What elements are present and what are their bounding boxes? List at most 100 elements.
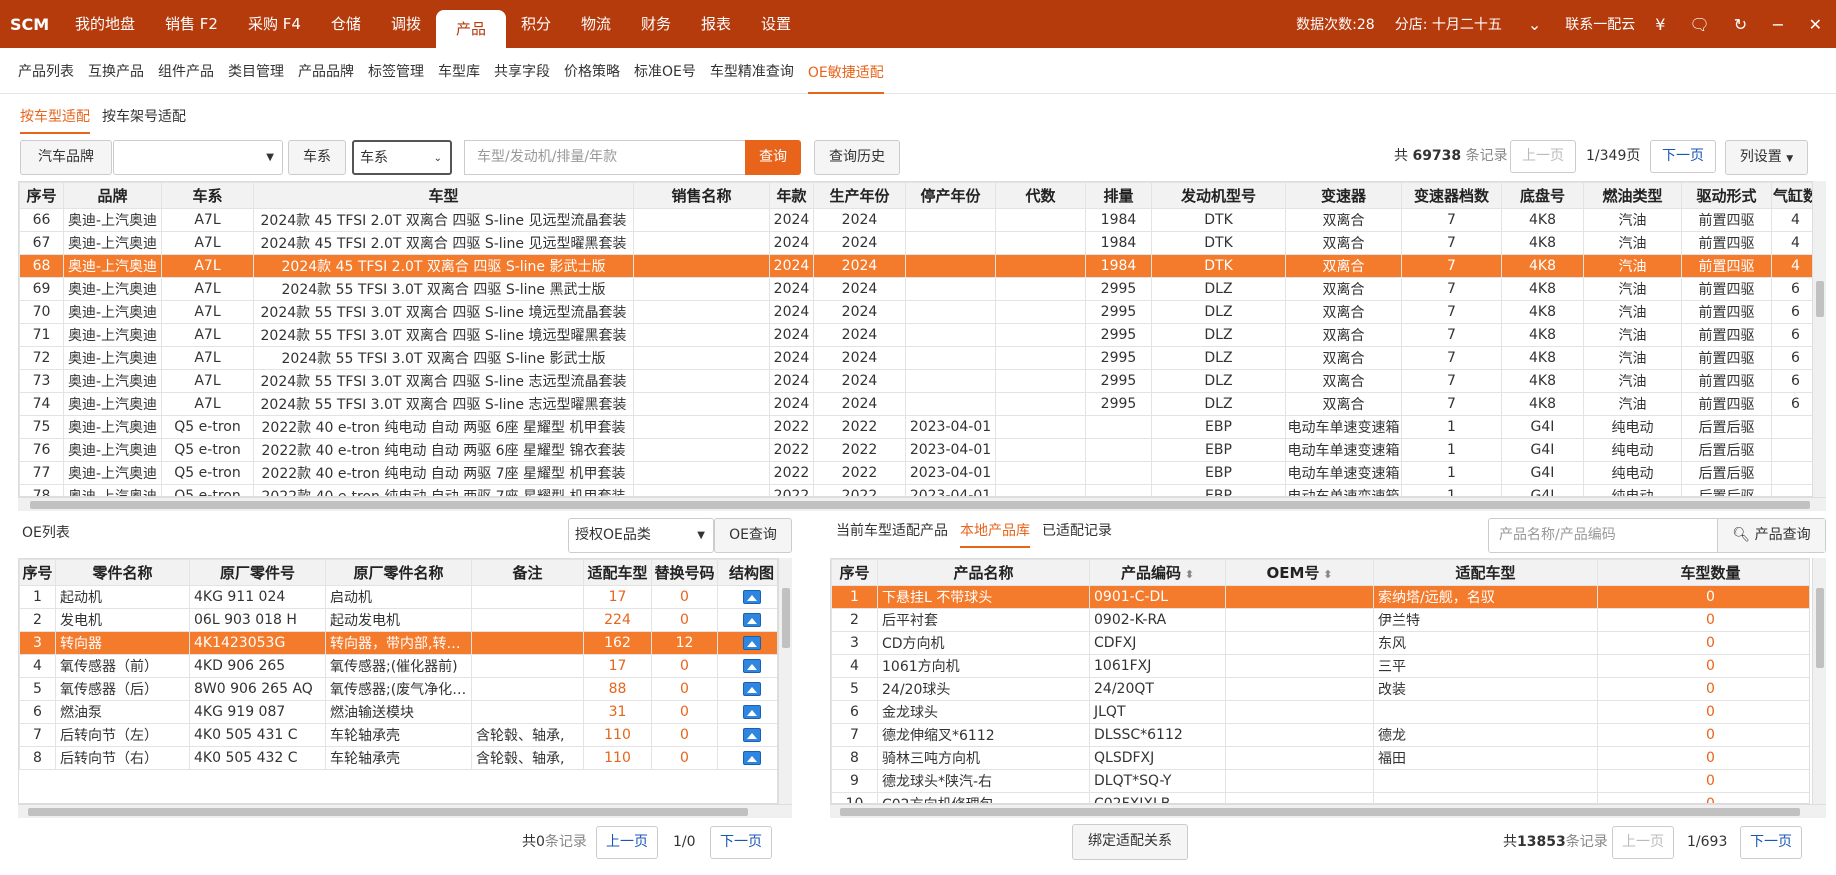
table-row[interactable]: 5 24/20球头 24/20QT 改装 0 <box>831 677 1809 701</box>
vehicle-table-hscrollbar[interactable] <box>18 497 1826 511</box>
vehicle-next-page-button[interactable]: 下一页 <box>1650 140 1716 173</box>
column-header[interactable]: 发动机型号 <box>1151 182 1286 209</box>
table-row[interactable]: 66 奥迪-上汽奥迪 A7L 2024款 45 TFSI 2.0T 双离合 四驱 S-… <box>19 208 1813 232</box>
column-header[interactable]: 排量 <box>1085 182 1152 209</box>
vehicle-prev-page-button[interactable]: 上一页 <box>1510 140 1576 173</box>
structure-image-icon[interactable] <box>742 682 761 696</box>
subnav-item[interactable]: 类目管理 <box>228 61 284 81</box>
subnav-item[interactable]: 产品品牌 <box>298 61 354 81</box>
table-row[interactable]: 4 1061方向机 1061FXJ 三平 0 <box>831 654 1809 678</box>
replacement-count[interactable]: 0 <box>680 704 689 720</box>
table-row[interactable]: 71 奥迪-上汽奥迪 A7L 2024款 55 TFSI 3.0T 双离合 四驱 S-… <box>19 323 1813 347</box>
column-header[interactable]: 原厂零件号 <box>189 559 326 586</box>
matched-model-count[interactable]: 224 <box>604 612 631 628</box>
structure-image-icon[interactable] <box>742 728 761 742</box>
tab-current-model-products[interactable]: 当前车型适配产品 <box>836 520 948 548</box>
vehicle-search-input[interactable]: 车型/发动机/排量/年款 <box>464 140 745 175</box>
table-row[interactable]: 5 氧传感器（后） 8W0 906 265 AQ 氧传感器;(废气净化器后) 88 0 <box>19 677 777 701</box>
column-header[interactable]: 品牌 <box>63 182 162 209</box>
structure-image-icon[interactable] <box>742 590 761 604</box>
nav-item[interactable]: 设置 <box>746 0 806 48</box>
tab-by-vin[interactable]: 按车架号适配 <box>102 106 186 134</box>
column-header[interactable]: 代数 <box>995 182 1086 209</box>
oe-next-page-button[interactable]: 下一页 <box>710 826 772 859</box>
matched-model-count[interactable]: 110 <box>604 750 631 766</box>
replacement-count[interactable]: 12 <box>676 635 694 651</box>
nav-item[interactable]: 积分 <box>506 0 566 48</box>
column-header[interactable]: 车型数量 <box>1597 559 1809 586</box>
column-header[interactable]: 适配车型 <box>583 559 652 586</box>
column-header[interactable]: 序号 <box>19 182 64 209</box>
matched-model-count[interactable]: 162 <box>604 635 631 651</box>
column-header[interactable]: 燃油类型 <box>1583 182 1682 209</box>
column-header[interactable]: 变速器 <box>1285 182 1402 209</box>
table-row[interactable]: 76 奥迪-上汽奥迪 Q5 e-tron 2022款 40 e-tron 纯电动 自动… <box>19 438 1813 462</box>
column-header[interactable]: 零件名称 <box>55 559 190 586</box>
column-header[interactable]: 底盘号 <box>1501 182 1584 209</box>
close-icon[interactable]: ✕ <box>1809 15 1822 34</box>
oe-table-vscrollbar[interactable] <box>778 558 792 804</box>
tab-by-model[interactable]: 按车型适配 <box>20 106 90 134</box>
column-header[interactable]: OEM号 ⬍ <box>1225 559 1374 586</box>
table-row[interactable]: 68 奥迪-上汽奥迪 A7L 2024款 45 TFSI 2.0T 双离合 四驱 S-… <box>19 254 1813 278</box>
nav-item[interactable]: 采购 F4 <box>233 0 316 48</box>
subnav-item[interactable]: 标准OE号 <box>634 61 696 81</box>
column-header[interactable]: 原厂零件名称 <box>325 559 472 586</box>
product-search-input[interactable]: 产品名称/产品编码 <box>1499 519 1616 552</box>
replacement-count[interactable]: 0 <box>680 681 689 697</box>
table-row[interactable]: 10C02方向机修理包C02FXJXLB 0 <box>831 792 1809 803</box>
sort-icon[interactable]: ⬍ <box>1319 568 1332 581</box>
table-row[interactable]: 78 奥迪-上汽奥迪 Q5 e-tron 2022款 40 e-tron 纯电动 自动… <box>19 484 1813 496</box>
subnav-item[interactable]: 车型库 <box>438 61 480 81</box>
table-row[interactable]: 8 后转向节（右） 4K0 505 432 C 车轮轴承壳 含轮毂、轴承, 110 0 <box>19 746 777 770</box>
column-header[interactable]: 停产年份 <box>905 182 996 209</box>
column-header[interactable]: 适配车型 <box>1373 559 1598 586</box>
table-row[interactable]: 6 金龙球头 JLQT 0 <box>831 700 1809 724</box>
table-row[interactable]: 75 奥迪-上汽奥迪 Q5 e-tron 2022款 40 e-tron 纯电动 自动… <box>19 415 1813 439</box>
tab-matched-records[interactable]: 已适配记录 <box>1042 520 1112 548</box>
sort-icon[interactable]: ⬍ <box>1181 568 1194 581</box>
table-row[interactable]: 7 德龙伸缩叉*6112 DLSSC*6112 德龙 0 <box>831 723 1809 747</box>
product-table-vscrollbar[interactable] <box>1812 558 1826 804</box>
table-row[interactable]: 1 下悬挂L 不带球头 0901-C-DL 索纳塔/远舰，名驭 0 <box>831 585 1809 609</box>
table-row[interactable]: 4 氧传感器（前） 4KD 906 265 氧传感器;(催化器前) 17 0 <box>19 654 777 678</box>
query-button[interactable]: 查询 <box>745 140 801 175</box>
yen-icon[interactable]: ¥ <box>1655 15 1665 34</box>
oe-query-button[interactable]: OE查询 <box>714 518 792 553</box>
brand-button[interactable]: 汽车品牌 <box>20 140 112 175</box>
oe-prev-page-button[interactable]: 上一页 <box>596 826 658 859</box>
matched-model-count[interactable]: 17 <box>609 589 627 605</box>
table-row[interactable]: 73 奥迪-上汽奥迪 A7L 2024款 55 TFSI 3.0T 双离合 四驱 S-… <box>19 369 1813 393</box>
column-header[interactable]: 序号 <box>19 559 56 586</box>
table-row[interactable]: 67 奥迪-上汽奥迪 A7L 2024款 45 TFSI 2.0T 双离合 四驱 S-… <box>19 231 1813 255</box>
oe-table-hscrollbar[interactable] <box>18 804 792 818</box>
column-header[interactable]: 车型 <box>253 182 634 209</box>
table-row[interactable]: 3 CD方向机 CDFXJ 东风 0 <box>831 631 1809 655</box>
subnav-item[interactable]: 标签管理 <box>368 61 424 81</box>
tab-local-product-library[interactable]: 本地产品库 <box>960 520 1030 548</box>
subnav-item[interactable]: 共享字段 <box>494 61 550 81</box>
matched-model-count[interactable]: 31 <box>609 704 627 720</box>
column-header[interactable]: 变速器档数 <box>1401 182 1502 209</box>
column-header[interactable]: 结构图 <box>717 559 777 586</box>
column-header[interactable]: 生产年份 <box>813 182 906 209</box>
column-header[interactable]: 销售名称 <box>633 182 770 209</box>
nav-item[interactable]: 销售 F2 <box>150 0 233 48</box>
product-prev-page-button[interactable]: 上一页 <box>1612 826 1674 859</box>
column-header[interactable]: 产品编码 ⬍ <box>1089 559 1226 586</box>
matched-model-count[interactable]: 110 <box>604 727 631 743</box>
table-row[interactable]: 2 后平衬套 0902-K-RA 伊兰特 0 <box>831 608 1809 632</box>
structure-image-icon[interactable] <box>742 613 761 627</box>
branch-label[interactable]: 分店: 十月二十五 <box>1395 14 1502 34</box>
replacement-count[interactable]: 0 <box>680 727 689 743</box>
matched-model-count[interactable]: 17 <box>609 658 627 674</box>
subnav-item[interactable]: OE敏捷适配 <box>807 62 884 94</box>
nav-item[interactable]: 调拨 <box>376 0 436 48</box>
product-next-page-button[interactable]: 下一页 <box>1740 826 1802 859</box>
column-header[interactable]: 序号 <box>831 559 878 586</box>
minimize-icon[interactable]: − <box>1771 15 1784 34</box>
chevron-down-icon[interactable]: ⌄ <box>1528 15 1541 34</box>
replacement-count[interactable]: 0 <box>680 612 689 628</box>
table-row[interactable]: 7 后转向节（左） 4K0 505 431 C 车轮轴承壳 含轮毂、轴承, 110 0 <box>19 723 777 747</box>
brand-select[interactable]: ▼ <box>113 140 283 175</box>
